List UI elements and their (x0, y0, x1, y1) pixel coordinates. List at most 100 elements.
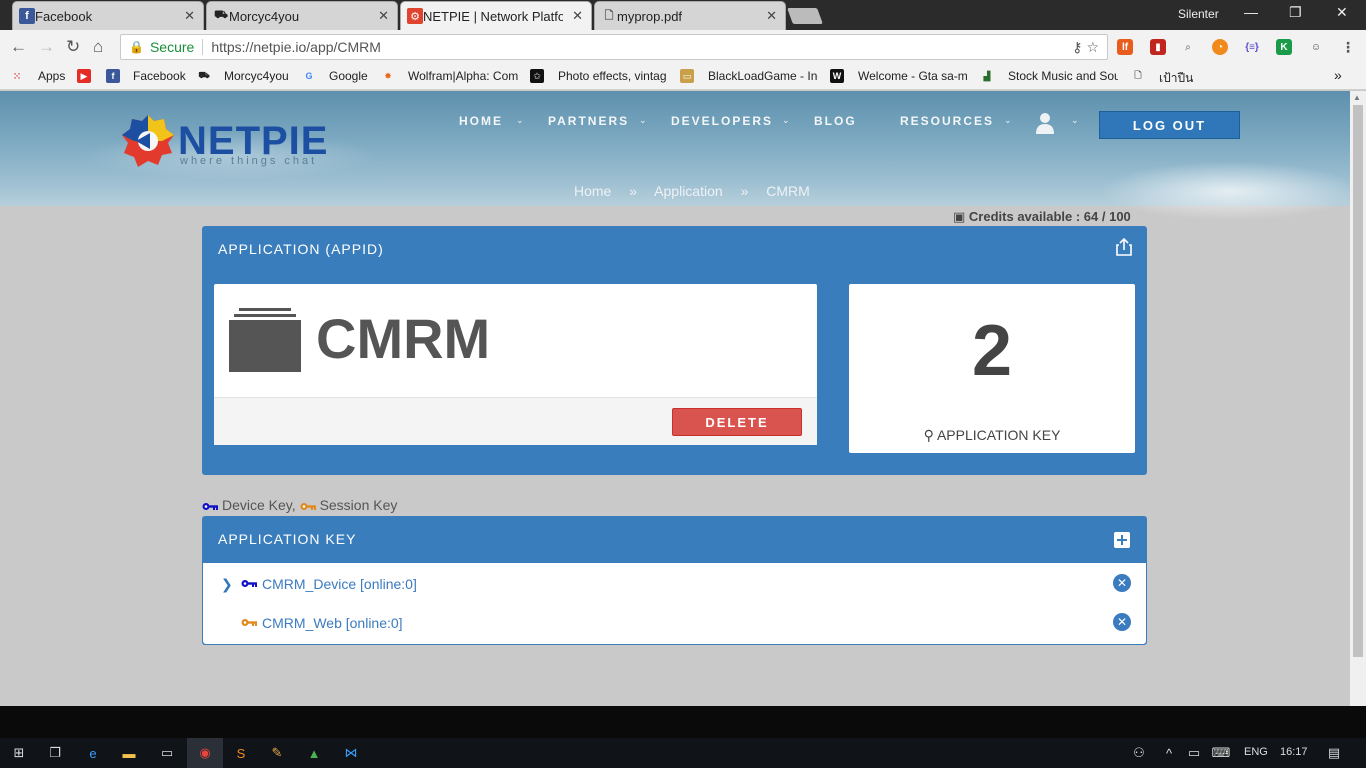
minimize-icon[interactable]: — (1244, 4, 1258, 20)
close-icon[interactable]: ✕ (766, 8, 777, 24)
key-row[interactable]: ❯ CMRM_Device [online:0] ✕ (203, 564, 1146, 603)
bookmark-gta[interactable]: Welcome - Gta sa-m (858, 69, 968, 83)
netpie-logo[interactable]: NETPIE where things chat (118, 111, 338, 171)
panel-title: APPLICATION KEY (218, 531, 357, 547)
back-icon[interactable]: ← (10, 37, 27, 57)
page-footer-strip (0, 706, 1366, 738)
chevron-down-icon[interactable]: ⌄ (516, 115, 524, 126)
extension-icon[interactable]: ⌕ (1180, 39, 1196, 55)
terminal-icon[interactable]: ▭ (158, 744, 176, 762)
legend-device: Device Key, (222, 497, 296, 513)
new-tab-button[interactable] (787, 8, 823, 24)
paint-icon[interactable]: ✎ (268, 744, 286, 762)
bookmark-thai[interactable]: เป้าปืน (1159, 69, 1193, 88)
credits-indicator: ▣ Credits available : 64 / 100 (953, 209, 1131, 225)
bookmark-facebook[interactable]: Facebook (133, 69, 186, 83)
close-icon[interactable]: ✕ (572, 8, 583, 24)
clock[interactable]: 16:17 (1280, 746, 1308, 758)
device-key-icon (202, 502, 218, 510)
remove-key-icon[interactable]: ✕ (1113, 574, 1131, 592)
user-icon[interactable] (1036, 112, 1054, 134)
key-name[interactable]: CMRM_Device [online:0] (262, 576, 417, 592)
breadcrumb-application[interactable]: Application (654, 183, 723, 199)
sublime-icon[interactable]: S (232, 744, 250, 762)
star-icon: ✩ (530, 69, 544, 83)
youtube-icon[interactable]: ▶ (77, 69, 91, 83)
nav-partners[interactable]: PARTNERS (548, 114, 629, 128)
more-bookmarks-icon[interactable]: » (1334, 67, 1342, 83)
logo-tagline: where things chat (180, 155, 318, 167)
forward-icon[interactable]: → (38, 37, 55, 57)
divider (202, 39, 204, 55)
add-key-icon[interactable] (1114, 532, 1130, 548)
chevron-down-icon[interactable]: ⌄ (1071, 115, 1079, 126)
start-icon[interactable]: ⊞ (10, 744, 28, 762)
share-icon[interactable] (1116, 238, 1132, 256)
bookmark-google[interactable]: Google (329, 69, 368, 83)
extension-icon[interactable]: ◔ (1212, 39, 1228, 55)
key-row[interactable]: CMRM_Web [online:0] ✕ (203, 603, 1146, 642)
credits-text: Credits available : 64 / 100 (968, 209, 1131, 224)
vertical-scrollbar[interactable]: ▲ (1350, 91, 1366, 706)
language-indicator[interactable]: ENG (1244, 746, 1268, 758)
chrome-icon[interactable]: ◉ (187, 738, 223, 768)
profile-name[interactable]: Silenter (1178, 7, 1219, 21)
bookmark-morcyc4you[interactable]: Morcyc4you (224, 69, 289, 83)
chevron-right-icon[interactable]: ❯ (221, 576, 233, 593)
chevron-down-icon[interactable]: ⌄ (1004, 115, 1012, 126)
extension-icon[interactable]: K (1276, 39, 1292, 55)
nav-blog[interactable]: BLOG (814, 114, 857, 128)
scroll-up-icon[interactable]: ▲ (1353, 93, 1361, 102)
key-count-card: 2 ⚲ APPLICATION KEY (849, 284, 1135, 453)
tab-facebook[interactable]: f Facebook ✕ (12, 1, 204, 30)
bookmark-apps[interactable]: Apps (38, 69, 65, 83)
file-explorer-icon[interactable]: ▬ (120, 744, 138, 762)
legend-session: Session Key (319, 497, 398, 513)
close-window-icon[interactable]: ✕ (1336, 4, 1348, 21)
keyboard-icon[interactable]: ⌨ (1212, 744, 1231, 762)
close-icon[interactable]: ✕ (184, 8, 195, 24)
home-icon[interactable]: ⌂ (93, 37, 103, 57)
chevron-down-icon[interactable]: ⌄ (782, 115, 790, 126)
app-icon[interactable]: ▲ (305, 744, 323, 762)
nav-resources[interactable]: RESOURCES (900, 114, 994, 128)
notifications-icon[interactable]: ▤ (1325, 744, 1343, 762)
vscode-icon[interactable]: ⋈ (342, 744, 360, 762)
bookmark-photo-effects[interactable]: Photo effects, vintag (558, 69, 666, 83)
bookmark-blackloadgame[interactable]: BlackLoadGame - Inc (708, 69, 818, 83)
application-panel: APPLICATION (APPID) CMRM DELETE 2 ⚲ APPL… (202, 226, 1147, 475)
restore-icon[interactable]: ❐ (1289, 4, 1302, 21)
tab-morcyc4you[interactable]: ⛟ Morcyc4you ✕ (206, 1, 398, 30)
bookmark-wolfram[interactable]: Wolfram|Alpha: Com (408, 69, 518, 83)
task-view-icon[interactable]: ❐ (46, 744, 64, 762)
nav-developers[interactable]: DEVELOPERS (671, 114, 773, 128)
close-icon[interactable]: ✕ (378, 8, 389, 24)
tray-chevron-icon[interactable]: ^ (1160, 744, 1178, 762)
reload-icon[interactable]: ↻ (66, 37, 80, 57)
extension-icon[interactable]: {≡} (1244, 39, 1260, 55)
key-name[interactable]: CMRM_Web [online:0] (262, 615, 403, 631)
menu-icon[interactable]: ⋮ (1340, 39, 1356, 55)
panel-title: APPLICATION (APPID) (218, 241, 384, 257)
edge-icon[interactable]: e (84, 744, 102, 762)
tab-label: NETPIE | Network Platform (423, 8, 563, 24)
extension-icon[interactable]: lf (1117, 39, 1133, 55)
bookmark-star-icon[interactable]: ⚷ ☆ (1072, 39, 1099, 56)
battery-icon[interactable]: ▭ (1185, 744, 1203, 762)
chevron-down-icon[interactable]: ⌄ (639, 115, 647, 126)
delete-button[interactable]: DELETE (672, 408, 802, 436)
tab-myprop-pdf[interactable]: 🗋 myprop.pdf ✕ (594, 1, 786, 30)
people-icon[interactable]: ⚇ (1130, 744, 1148, 762)
tab-netpie[interactable]: ⚙ NETPIE | Network Platform ✕ (400, 1, 592, 30)
address-bar[interactable]: 🔒 Secure https://netpie.io/app/CMRM ⚷ ☆ (120, 34, 1108, 60)
bookmark-stock-music[interactable]: Stock Music and Sou (1008, 69, 1118, 83)
url-text[interactable]: https://netpie.io/app/CMRM (211, 39, 381, 55)
breadcrumb-home[interactable]: Home (574, 183, 611, 199)
nav-home[interactable]: HOME (459, 114, 503, 128)
scrollbar-thumb[interactable] (1353, 105, 1363, 657)
w-icon: W (830, 69, 844, 83)
logout-button[interactable]: LOG OUT (1099, 111, 1240, 139)
remove-key-icon[interactable]: ✕ (1113, 613, 1131, 631)
extension-icon[interactable]: ▮ (1150, 39, 1166, 55)
extension-icon[interactable]: ☺ (1308, 39, 1324, 55)
